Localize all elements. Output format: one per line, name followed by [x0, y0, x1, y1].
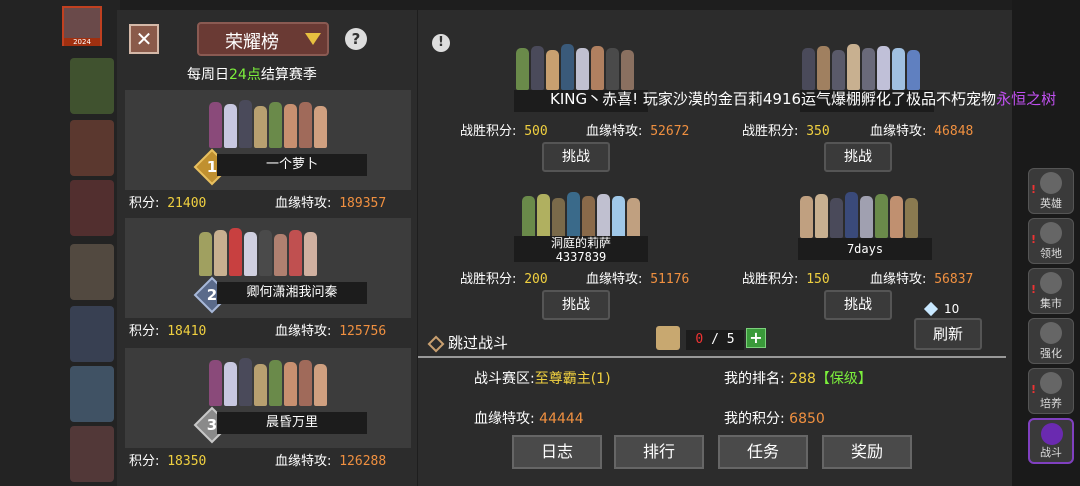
team-portrait — [209, 96, 327, 148]
arena-panel: ! 战胜积分: 500 血缘特攻: 52672 挑战 战胜积分: 350 血缘特… — [418, 10, 1012, 486]
info-alert-icon[interactable]: ! — [432, 34, 450, 52]
my-rank: 我的排名: 288【保级】 — [724, 371, 872, 387]
skip-battle-toggle[interactable]: 跳过战斗 — [427, 332, 508, 353]
background-hero-figure — [70, 426, 114, 482]
menu-territory-button[interactable]: ! 领地 — [1028, 218, 1074, 264]
board-select-dropdown[interactable]: 荣耀榜 — [197, 22, 329, 56]
refresh-cost: 10 — [944, 302, 960, 316]
close-x-icon: ✕ — [135, 27, 153, 51]
reward-button[interactable]: 奖励 — [822, 435, 912, 469]
castle-icon — [1040, 222, 1062, 244]
challenge-button[interactable]: 挑战 — [542, 290, 610, 320]
menu-market-button[interactable]: ! 集市 — [1028, 268, 1074, 314]
challenge-button[interactable]: 挑战 — [542, 142, 610, 172]
background-hero-figure — [70, 306, 114, 362]
background-hero-figure — [70, 244, 114, 300]
season-info: 每周日24点结算赛季 — [187, 67, 317, 83]
rank-entry-3[interactable]: 3 晨昏万里 — [125, 348, 411, 448]
rank-entry-stats: 积分: 18350 血缘特攻: 126288 — [125, 448, 411, 470]
player-name: 晨昏万里 — [217, 412, 367, 434]
battle-icon — [1041, 423, 1063, 445]
rank-entry-1[interactable]: 1 一个萝卜 — [125, 90, 411, 190]
battle-zone: 战斗赛区:至尊霸主(1) — [474, 371, 611, 387]
checkbox-diamond-icon — [427, 335, 445, 352]
opponent-team-portrait — [802, 38, 920, 90]
opponent-team-portrait — [516, 38, 634, 90]
ranking-button[interactable]: 排行 — [614, 435, 704, 469]
background-hero-figure — [70, 180, 114, 236]
team-portrait — [199, 224, 317, 276]
task-button[interactable]: 任务 — [718, 435, 808, 469]
ticket-scroll-icon — [656, 326, 680, 350]
background-hero-figure — [70, 58, 114, 114]
market-icon — [1040, 272, 1062, 294]
background-hero-figure — [70, 120, 114, 176]
divider — [418, 356, 1006, 358]
help-icon[interactable]: ? — [345, 28, 367, 50]
ticket-count: 0 / 5 — [686, 330, 744, 350]
challenge-button[interactable]: 挑战 — [824, 290, 892, 320]
refresh-button[interactable]: 刷新 — [914, 318, 982, 350]
opponent-name: 7days — [798, 238, 932, 260]
rank-entry-stats: 积分: 21400 血缘特攻: 189357 — [125, 190, 411, 212]
dropdown-triangle-icon — [305, 33, 321, 45]
rank-entry-2[interactable]: 2 卿何潇湘我问秦 — [125, 218, 411, 318]
enhance-icon — [1040, 322, 1062, 344]
broadcast-message: KING丶赤喜! 玩家沙漠的金百莉4916运气爆棚孵化了极品不朽宠物永恒之树 — [550, 90, 1057, 108]
menu-train-button[interactable]: ! 培养 — [1028, 368, 1074, 414]
add-ticket-button[interactable]: + — [746, 328, 766, 348]
background-hero-figure — [70, 366, 114, 422]
player-name: 一个萝卜 — [217, 154, 367, 176]
close-button[interactable]: ✕ — [129, 24, 159, 54]
rank-entry-stats: 积分: 18410 血缘特攻: 125756 — [125, 318, 411, 340]
gem-icon — [923, 301, 939, 317]
menu-battle-button[interactable]: 战斗 — [1028, 418, 1074, 464]
my-score: 我的积分: 6850 — [724, 411, 825, 427]
team-portrait — [209, 354, 327, 406]
my-power: 血缘特攻: 44444 — [474, 411, 584, 427]
opponent-name: 洞庭的莉萨 4337839 — [514, 236, 648, 264]
helmet-icon — [1040, 172, 1062, 194]
board-title: 荣耀榜 — [225, 32, 279, 53]
challenge-button[interactable]: 挑战 — [824, 142, 892, 172]
menu-enhance-button[interactable]: 强化 — [1028, 318, 1074, 364]
leaderboard-panel: ✕ 荣耀榜 ? 每周日24点结算赛季 1 一个萝卜 积分: 21400 血缘特攻… — [117, 10, 417, 486]
opponent-team-portrait — [800, 186, 918, 238]
log-button[interactable]: 日志 — [512, 435, 602, 469]
player-name: 卿何潇湘我问秦 — [217, 282, 367, 304]
menu-hero-button[interactable]: ! 英雄 — [1028, 168, 1074, 214]
avatar-level: 2024 — [64, 38, 100, 46]
opponent-team-portrait — [522, 186, 640, 238]
player-avatar[interactable]: 2024 — [62, 6, 102, 46]
train-icon — [1040, 372, 1062, 394]
